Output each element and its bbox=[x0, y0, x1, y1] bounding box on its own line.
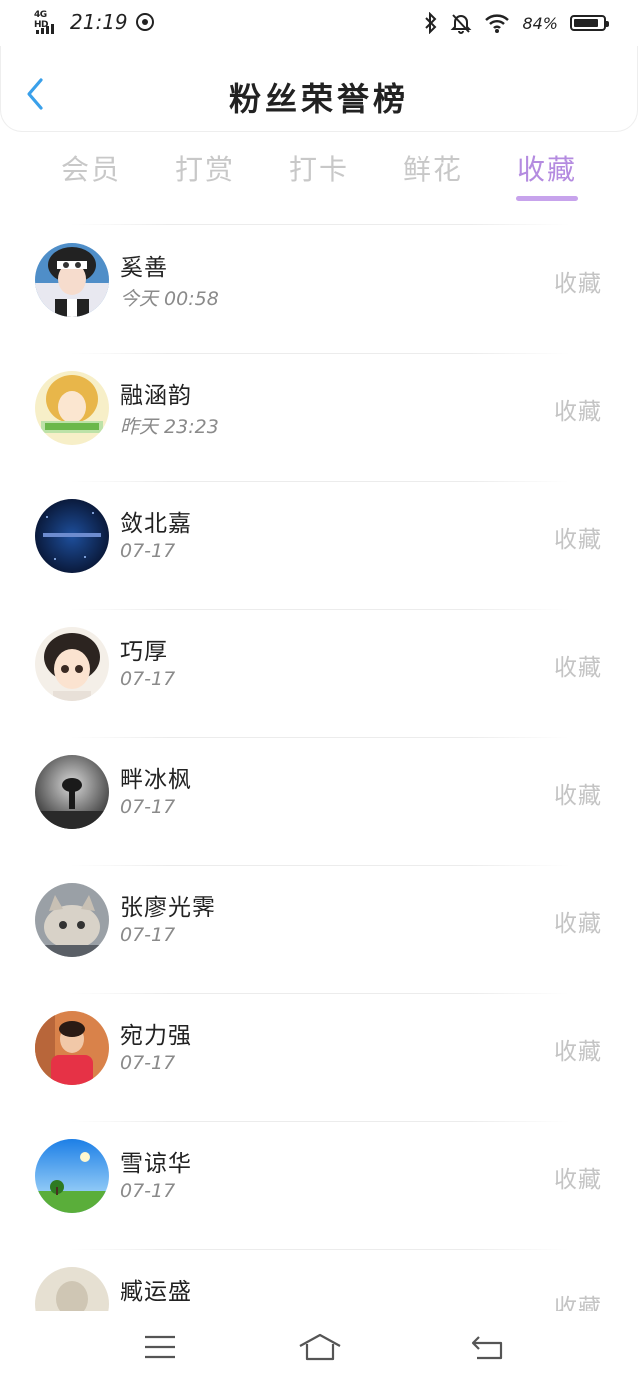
fan-time: 昨天 23:23 bbox=[120, 416, 219, 438]
app-notification-icon bbox=[135, 13, 154, 31]
favorite-action-label: 收藏 bbox=[554, 1167, 602, 1193]
avatar[interactable] bbox=[35, 371, 109, 445]
tab-bar: 会员 打赏 打卡 鲜花 收藏 bbox=[34, 148, 606, 208]
fan-name: 敛北嘉 bbox=[120, 511, 192, 537]
app-header: 粉丝荣誉榜 bbox=[0, 46, 638, 132]
fan-time: 今天 00:58 bbox=[120, 288, 219, 310]
status-time: 21:19 bbox=[70, 10, 128, 34]
list-item[interactable]: 奚善 今天 00:58 收藏 bbox=[0, 226, 640, 354]
fan-time: 07-17 bbox=[120, 668, 176, 690]
favorite-action-label: 收藏 bbox=[554, 399, 602, 425]
fan-name: 张廖光霁 bbox=[120, 895, 216, 921]
list-item[interactable]: 融涵韵 昨天 23:23 收藏 bbox=[0, 354, 640, 482]
system-nav-bar bbox=[0, 1311, 640, 1387]
favorite-action-label: 收藏 bbox=[554, 271, 602, 297]
tab-favorites[interactable]: 收藏 bbox=[490, 148, 604, 204]
tab-label: 会员 bbox=[60, 153, 121, 186]
home-icon bbox=[299, 1333, 341, 1361]
favorite-action-label: 收藏 bbox=[554, 1295, 602, 1311]
avatar[interactable] bbox=[35, 883, 109, 957]
page-title: 粉丝荣誉榜 bbox=[228, 80, 409, 118]
tab-check-in[interactable]: 打卡 bbox=[262, 148, 376, 204]
fan-name: 臧运盛 bbox=[120, 1279, 192, 1305]
fan-time: 07-17 bbox=[120, 924, 176, 946]
home-button[interactable] bbox=[290, 1325, 350, 1369]
return-button[interactable] bbox=[458, 1325, 518, 1369]
tab-label: 鲜花 bbox=[402, 153, 463, 186]
avatar[interactable] bbox=[35, 243, 109, 317]
fan-name: 宛力强 bbox=[120, 1023, 192, 1049]
tab-flowers[interactable]: 鲜花 bbox=[376, 148, 490, 204]
list-item[interactable]: 巧厚 07-17 收藏 bbox=[0, 610, 640, 738]
tab-tipping[interactable]: 打赏 bbox=[148, 148, 262, 204]
fan-list: 奚善 今天 00:58 收藏 融涵韵 昨天 23:23 收藏 敛北嘉 07-17… bbox=[0, 226, 640, 1311]
list-item[interactable]: 张廖光霁 07-17 收藏 bbox=[0, 866, 640, 994]
bluetooth-icon bbox=[425, 12, 437, 34]
favorite-action-label: 收藏 bbox=[554, 1039, 602, 1065]
fan-time: 07-17 bbox=[120, 796, 176, 818]
tab-label: 打卡 bbox=[288, 153, 349, 186]
list-item[interactable]: 雪谅华 07-17 收藏 bbox=[0, 1122, 640, 1250]
mute-icon bbox=[451, 14, 472, 34]
fan-time: 07-17 bbox=[120, 540, 176, 562]
battery-percent: 84% bbox=[522, 13, 558, 33]
list-item[interactable]: 宛力强 07-17 收藏 bbox=[0, 994, 640, 1122]
avatar[interactable] bbox=[35, 1139, 109, 1213]
avatar[interactable] bbox=[35, 755, 109, 829]
list-item[interactable]: 敛北嘉 07-17 收藏 bbox=[0, 482, 640, 610]
favorite-action-label: 收藏 bbox=[554, 527, 602, 553]
menu-button[interactable] bbox=[130, 1325, 190, 1369]
return-icon bbox=[471, 1336, 503, 1360]
list-divider bbox=[70, 224, 570, 225]
battery-icon bbox=[570, 15, 609, 31]
fan-name: 雪谅华 bbox=[120, 1151, 192, 1177]
wifi-icon bbox=[485, 14, 510, 33]
favorite-action-label: 收藏 bbox=[554, 911, 602, 937]
status-bar: 4G HD 21:19 84% bbox=[0, 0, 640, 46]
list-item[interactable]: 畔冰枫 07-17 收藏 bbox=[0, 738, 640, 866]
tab-membership[interactable]: 会员 bbox=[34, 148, 148, 204]
fan-name: 融涵韵 bbox=[120, 383, 192, 409]
fan-name: 巧厚 bbox=[120, 639, 168, 665]
favorite-action-label: 收藏 bbox=[554, 783, 602, 809]
avatar[interactable] bbox=[35, 1011, 109, 1085]
fan-time: 07-17 bbox=[120, 1052, 176, 1074]
fan-time: 07-17 bbox=[120, 1180, 176, 1202]
tab-label: 收藏 bbox=[516, 153, 577, 186]
avatar[interactable] bbox=[35, 627, 109, 701]
favorite-action-label: 收藏 bbox=[554, 655, 602, 681]
fan-name: 奚善 bbox=[120, 255, 168, 281]
avatar[interactable] bbox=[35, 499, 109, 573]
signal-icon: 4G HD bbox=[34, 10, 62, 34]
menu-icon bbox=[145, 1335, 175, 1359]
avatar[interactable] bbox=[35, 1267, 109, 1311]
tab-label: 打赏 bbox=[174, 153, 235, 186]
active-tab-indicator bbox=[516, 196, 578, 201]
fan-name: 畔冰枫 bbox=[120, 767, 192, 793]
list-item[interactable]: 臧运盛 07-17 收藏 bbox=[0, 1250, 640, 1311]
